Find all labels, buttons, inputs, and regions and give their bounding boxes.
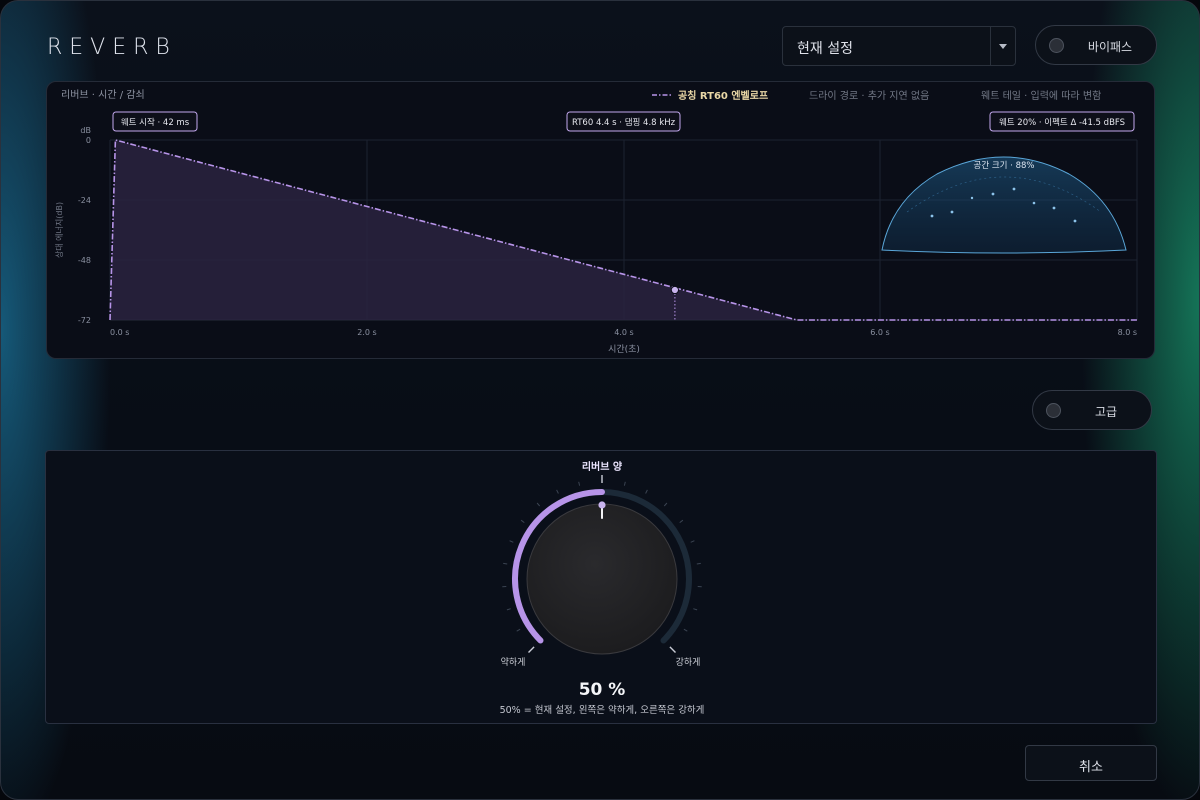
knob-scale-tick bbox=[578, 481, 581, 486]
bypass-toggle[interactable]: 바이패스 bbox=[1035, 25, 1157, 65]
knob-scale-tick bbox=[536, 502, 541, 507]
toggle-indicator-icon bbox=[1049, 38, 1064, 53]
knob-scale-tick bbox=[556, 489, 559, 494]
predelay-badge-text: 웨트 시작 · 42 ms bbox=[121, 117, 190, 128]
toggle-indicator-icon bbox=[1046, 403, 1061, 418]
rt60-badge-text: RT60 4.4 s · 댐핑 4.8 kHz bbox=[572, 117, 676, 128]
knob-scale-tick bbox=[683, 628, 688, 632]
cancel-button[interactable]: 취소 bbox=[1025, 745, 1157, 781]
knob-value-readout: 50 % bbox=[579, 680, 626, 700]
knob-max-label: 강하게 bbox=[676, 657, 701, 668]
knob-scale-tick bbox=[669, 646, 676, 653]
preset-value: 현재 설정 bbox=[797, 41, 853, 57]
x-tick-label: 0.0 s bbox=[110, 328, 129, 337]
preset-divider bbox=[990, 27, 991, 65]
y-tick-label: -24 bbox=[78, 196, 91, 205]
y-tick-label: -72 bbox=[78, 316, 91, 325]
knob-title: 리버브 양 bbox=[582, 460, 623, 473]
rt60-badge: RT60 4.4 s · 댐핑 4.8 kHz bbox=[566, 111, 681, 132]
knob-scale-tick bbox=[516, 628, 521, 632]
wet-badge-text: 웨트 20% · 이펙트 Δ -41.5 dBFS bbox=[999, 117, 1125, 128]
x-tick-label: 4.0 s bbox=[614, 328, 633, 337]
knob-scale-tick bbox=[506, 608, 511, 611]
x-axis-label: 시간(초) bbox=[608, 344, 640, 355]
y-tick-label: -48 bbox=[78, 256, 91, 265]
y-unit-label: dB bbox=[80, 126, 91, 135]
x-tick-label: 6.0 s bbox=[870, 328, 889, 337]
reverb-window: REVERB 현재 설정 바이패스 리버브 · 시간 / 감쇠 공칭 RT60 … bbox=[0, 0, 1200, 800]
app-title: REVERB bbox=[47, 35, 177, 60]
predelay-badge: 웨트 시작 · 42 ms bbox=[112, 111, 198, 132]
knob-scale-tick bbox=[520, 519, 525, 523]
legend-dry-label: 드라이 경로 · 추가 지연 없음 bbox=[809, 89, 929, 102]
preset-select[interactable]: 현재 설정 bbox=[782, 26, 1016, 66]
advanced-toggle[interactable]: 고급 bbox=[1032, 390, 1152, 430]
knob-min-label: 약하게 bbox=[501, 656, 526, 668]
legend-wet-label: 웨트 테일 · 입력에 따라 변함 bbox=[981, 89, 1101, 102]
x-tick-label: 8.0 s bbox=[1118, 328, 1137, 337]
knob-scale-tick bbox=[623, 481, 626, 486]
knob-scale-tick bbox=[696, 562, 701, 565]
x-tick-label: 2.0 s bbox=[357, 328, 376, 337]
advanced-label: 고급 bbox=[1094, 405, 1118, 419]
knob-scale-tick bbox=[663, 502, 668, 507]
decay-graph: 리버브 · 시간 / 감쇠 공칭 RT60 엔벨로프 드라이 경로 · 추가 지… bbox=[54, 89, 1138, 355]
knob-scale-tick bbox=[503, 562, 508, 565]
y-axis: dB 0 -24 -48 -72 상대 에너지(dB) bbox=[54, 126, 91, 325]
reverb-amount-panel: 리버브 양 약하게 강하게 50 % 50% = 현재 설정, 왼쪽은 약하게,… bbox=[45, 450, 1157, 724]
knob-scale-tick bbox=[693, 608, 698, 611]
knob-caption: 50% = 현재 설정, 왼쪽은 약하게, 오른쪽은 강하게 bbox=[500, 704, 705, 716]
y-axis-label: 상대 에너지(dB) bbox=[54, 202, 64, 258]
knob-scale-tick bbox=[645, 489, 648, 494]
wet-badge: 웨트 20% · 이펙트 Δ -41.5 dBFS bbox=[989, 111, 1135, 132]
room-size-dome: 공간 크기 · 88% bbox=[881, 156, 1127, 254]
room-size-label: 공간 크기 · 88% bbox=[974, 160, 1035, 171]
knob-scale-tick bbox=[528, 646, 535, 653]
decay-graph-panel: 리버브 · 시간 / 감쇠 공칭 RT60 엔벨로프 드라이 경로 · 추가 지… bbox=[46, 81, 1155, 359]
reverb-amount-knob-area: 리버브 양 약하게 강하게 50 % 50% = 현재 설정, 왼쪽은 약하게,… bbox=[500, 460, 705, 716]
bypass-label: 바이패스 bbox=[1087, 40, 1133, 54]
chevron-down-icon[interactable] bbox=[999, 44, 1007, 49]
y-tick-label: 0 bbox=[86, 136, 91, 145]
graph-section-title: 리버브 · 시간 / 감쇠 bbox=[61, 89, 145, 101]
knob-scale-tick bbox=[679, 519, 684, 523]
rt60-marker[interactable] bbox=[670, 285, 680, 295]
knob-scale-tick bbox=[690, 540, 695, 543]
reverb-amount-knob[interactable] bbox=[526, 503, 678, 655]
cancel-label: 취소 bbox=[1079, 760, 1103, 775]
x-axis: 0.0 s 2.0 s 4.0 s 6.0 s 8.0 s 시간(초) bbox=[110, 328, 1137, 355]
knob-value-dot bbox=[598, 501, 606, 509]
knob-scale-tick bbox=[509, 540, 514, 543]
legend-envelope-label: 공칭 RT60 엔벨로프 bbox=[678, 89, 768, 102]
